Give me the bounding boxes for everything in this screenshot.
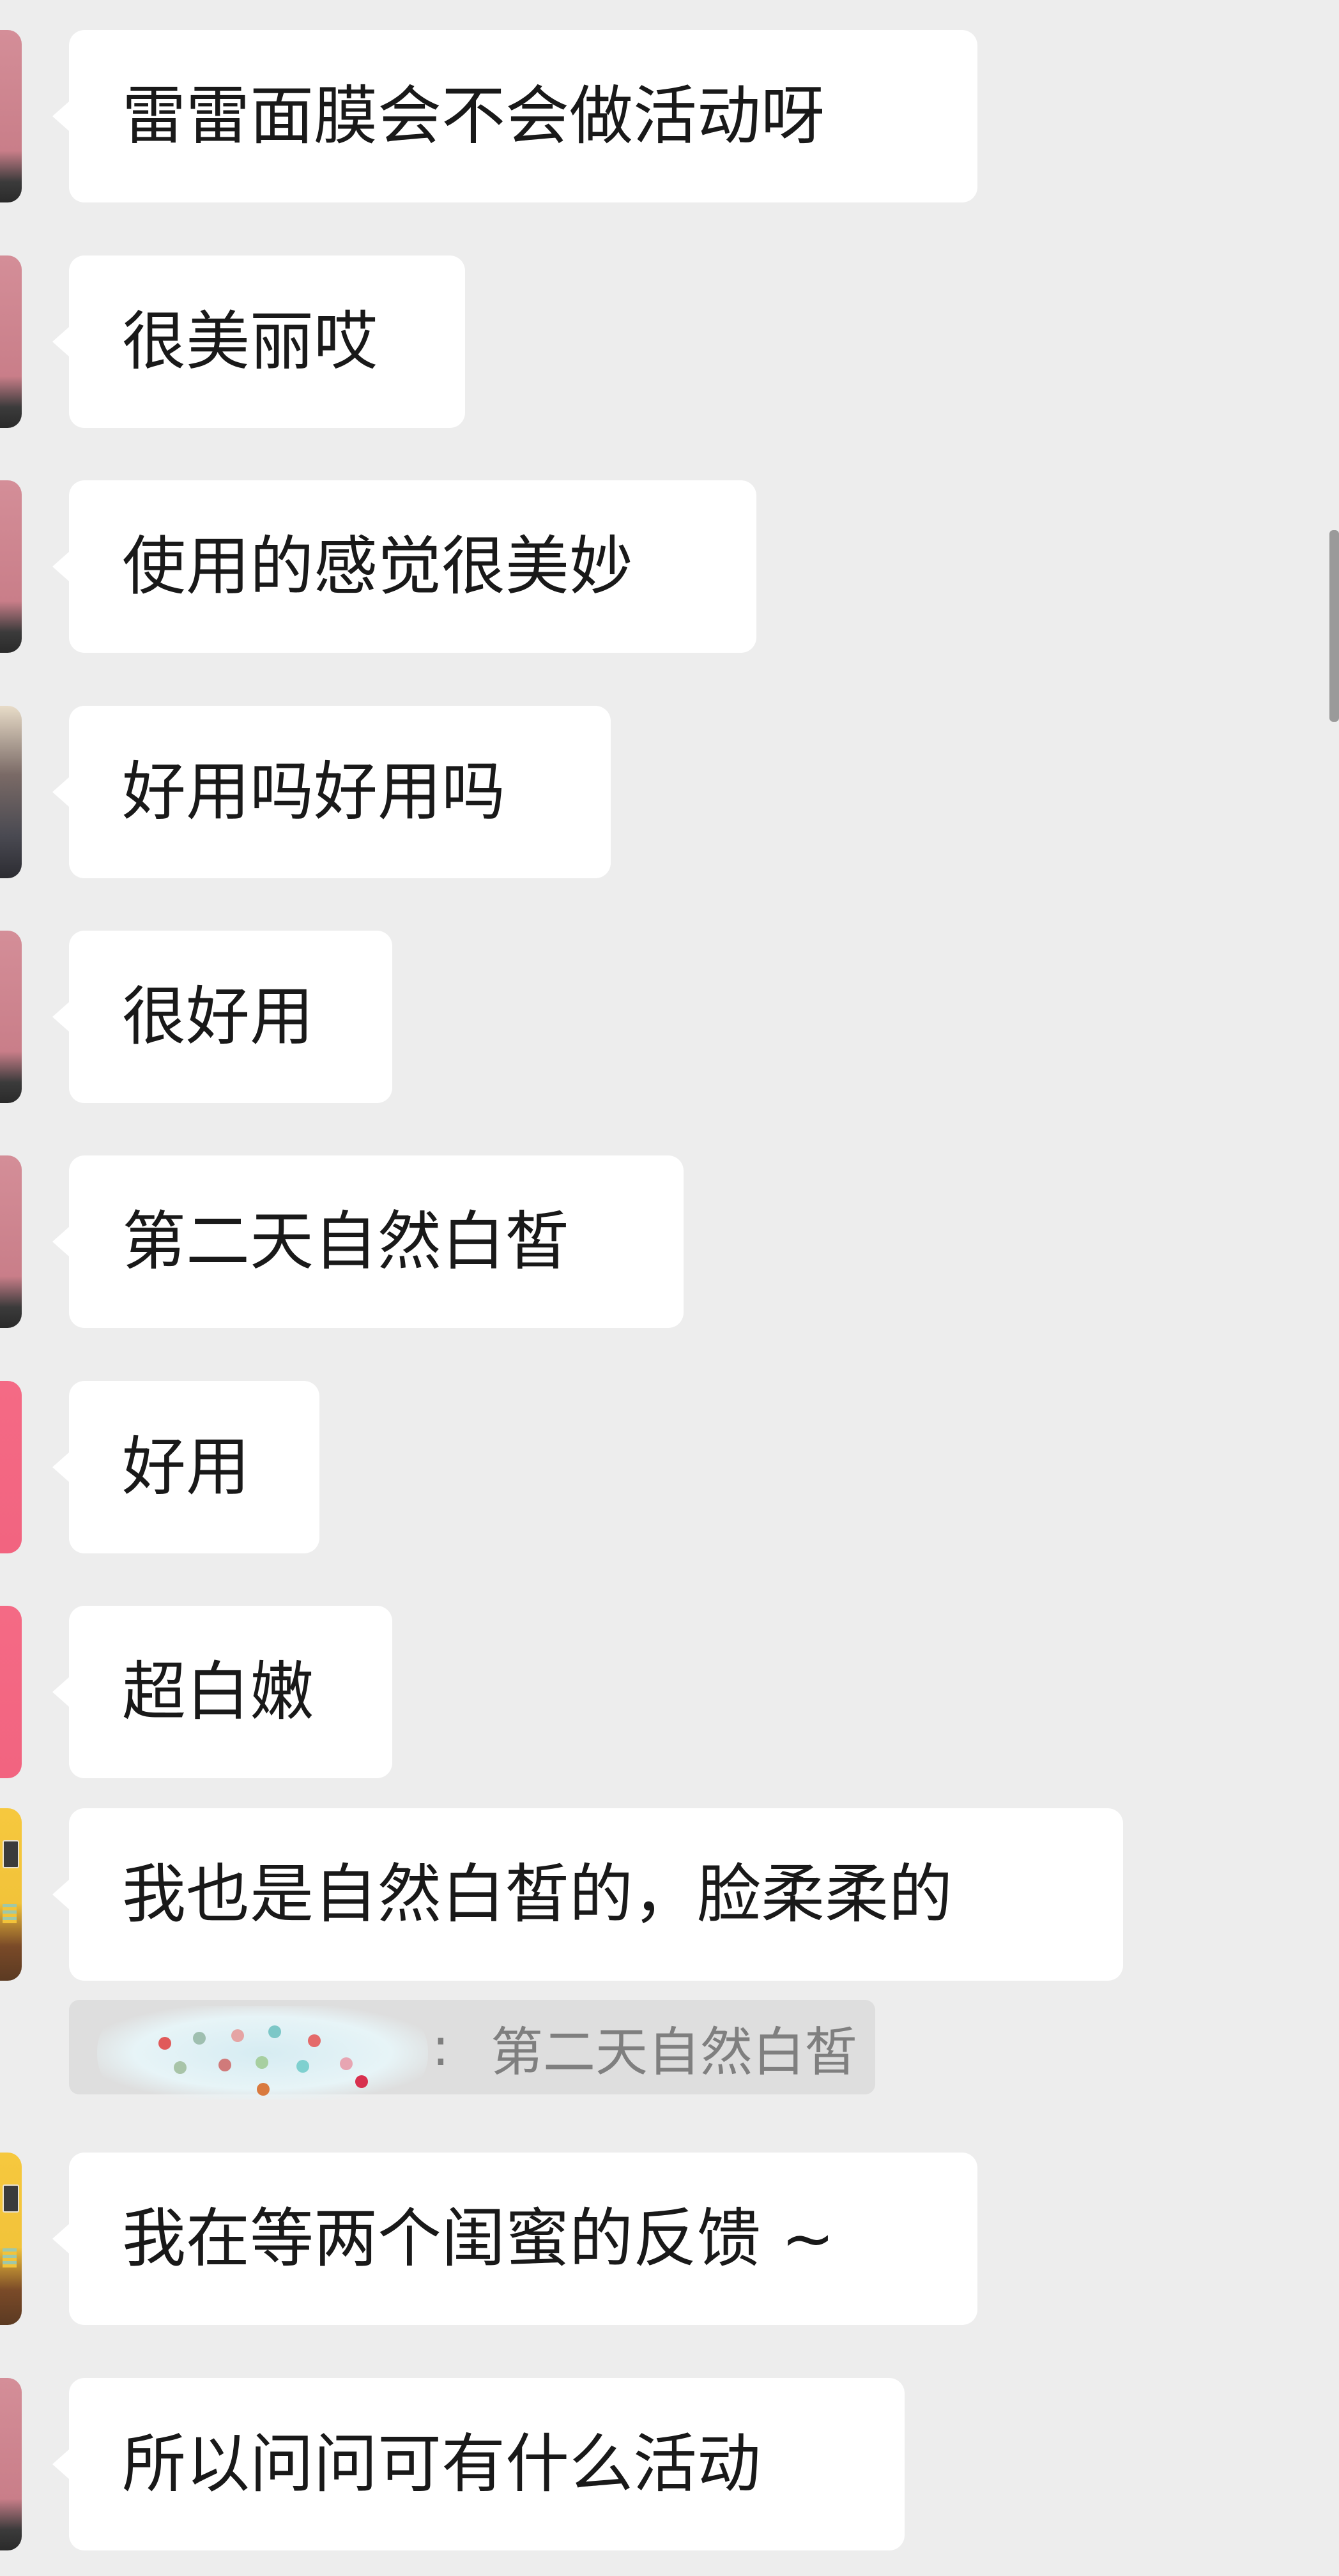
- message-bubble[interactable]: 第二天自然白皙: [52, 1155, 684, 1328]
- chat-message-list[interactable]: 雷雷面膜会不会做活动呀 很美丽哎 使用的感觉很美妙 好用吗好用吗 很好用 第二天…: [0, 0, 1339, 2576]
- message-bubble[interactable]: 很美丽哎: [52, 255, 465, 428]
- sender-avatar[interactable]: [0, 931, 22, 1103]
- message-text: 使用的感觉很美妙: [122, 529, 633, 604]
- message-text: 第二天自然白皙: [122, 1204, 569, 1279]
- sender-avatar[interactable]: [0, 255, 22, 428]
- message-text: 我也是自然白皙的，脸柔柔的: [122, 1857, 953, 1932]
- quote-separator: :: [432, 2016, 450, 2078]
- message-bubble[interactable]: 所以问问可有什么活动: [52, 2378, 905, 2550]
- message-bubble[interactable]: 好用: [52, 1381, 319, 1553]
- message-text: 好用: [122, 1429, 250, 1504]
- message-bubble[interactable]: 使用的感觉很美妙: [52, 480, 756, 653]
- sender-avatar[interactable]: [0, 1808, 22, 1981]
- sender-avatar[interactable]: [0, 30, 22, 202]
- message-text: 很美丽哎: [122, 304, 378, 379]
- message-bubble[interactable]: 好用吗好用吗: [52, 706, 611, 878]
- message-bubble[interactable]: 很好用: [52, 931, 392, 1103]
- sender-avatar[interactable]: [0, 2378, 22, 2550]
- message-text: 很好用: [122, 979, 314, 1054]
- blurred-quoted-sender-name: [97, 2006, 428, 2100]
- message-text: 我在等两个闺蜜的反馈 ~: [122, 2201, 835, 2276]
- message-bubble[interactable]: 雷雷面膜会不会做活动呀: [52, 30, 977, 202]
- scrollbar[interactable]: [1329, 530, 1339, 722]
- sender-avatar[interactable]: [0, 480, 22, 653]
- message-text: 所以问问可有什么活动: [122, 2427, 761, 2501]
- message-text: 雷雷面膜会不会做活动呀: [122, 79, 825, 153]
- message-bubble[interactable]: 超白嫩: [52, 1606, 392, 1778]
- message-text: 好用吗好用吗: [122, 754, 505, 829]
- sender-avatar[interactable]: [0, 1381, 22, 1553]
- sender-avatar[interactable]: [0, 706, 22, 878]
- sender-avatar[interactable]: [0, 1155, 22, 1328]
- message-bubble[interactable]: 我在等两个闺蜜的反馈 ~: [52, 2153, 977, 2325]
- sender-avatar[interactable]: [0, 2153, 22, 2325]
- message-bubble[interactable]: 我也是自然白皙的，脸柔柔的: [52, 1808, 1123, 1981]
- sender-avatar[interactable]: [0, 1606, 22, 1778]
- quoted-text: 第二天自然白皙: [491, 2022, 858, 2083]
- message-text: 超白嫩: [122, 1654, 314, 1729]
- quoted-message[interactable]: : 第二天自然白皙: [69, 2000, 875, 2100]
